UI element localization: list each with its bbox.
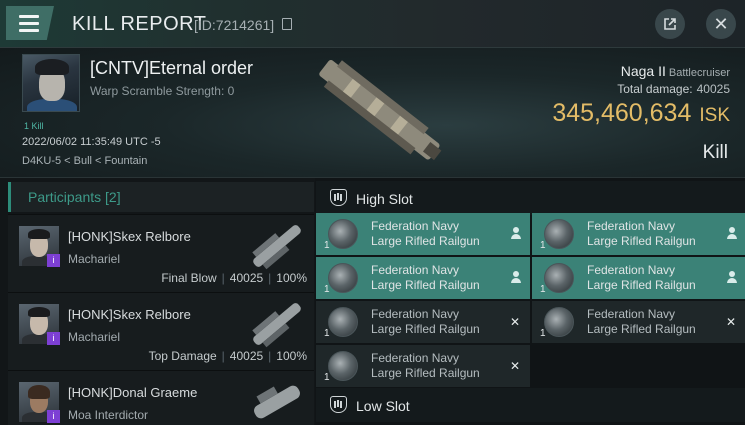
module-item[interactable]: 1 Federation Navy Large Rifled Railgun ✕ (316, 301, 530, 343)
module-quantity: 1 (324, 240, 330, 251)
participant-damage: 40025 (229, 271, 264, 285)
corp-badge-icon: i (47, 332, 60, 345)
participant-ship: Machariel (68, 252, 121, 266)
module-quantity: 1 (324, 284, 330, 295)
high-slot-icon (330, 189, 347, 206)
participant-damage: 40025 (229, 349, 264, 363)
participant-role: Final Blow (161, 271, 217, 285)
victim-ship-image (319, 60, 442, 161)
low-slot-header: Low Slot (316, 388, 745, 422)
participants-panel: Participants [2] i [HONK]Skex Relbore Ma… (0, 178, 315, 425)
participant-row[interactable]: i [HONK]Skex Relbore Machariel Top Damag… (8, 292, 314, 370)
participant-name: [HONK]Donal Graeme (68, 385, 198, 400)
railgun-icon (544, 219, 574, 249)
total-damage-label: Total damage: (617, 82, 693, 96)
total-damage: Total damage: 40025 (617, 82, 730, 96)
dropped-person-icon (511, 227, 521, 239)
isk-value: 345,460,634 ISK (552, 99, 730, 128)
dropped-person-icon (511, 271, 521, 283)
kill-datetime: 2022/06/02 11:35:49 UTC -5 (22, 136, 161, 148)
railgun-icon (328, 307, 358, 337)
corp-badge-icon: i (47, 254, 60, 267)
participant-row[interactable]: i [HONK]Donal Graeme Moa Interdictor (8, 370, 314, 425)
close-icon: ✕ (713, 13, 729, 34)
module-quantity: 1 (540, 284, 546, 295)
module-item[interactable]: 1 Federation Navy Large Rifled Railgun ✕ (316, 345, 530, 387)
participant-ship-image (254, 385, 300, 419)
module-quantity: 1 (324, 372, 330, 383)
total-damage-value: 40025 (696, 82, 730, 96)
destroyed-x-icon: ✕ (509, 359, 520, 373)
participant-row[interactable]: i [HONK]Skex Relbore Machariel Final Blo… (8, 214, 314, 292)
kill-report-header: KILL REPORT [ID:7214261] ✕ (0, 0, 745, 48)
module-quantity: 1 (540, 328, 546, 339)
victim-portrait[interactable] (22, 54, 80, 112)
dropped-person-icon (727, 227, 737, 239)
railgun-icon (328, 219, 358, 249)
participant-stats: Final Blow | 40025 | 100% (161, 271, 307, 285)
participant-ship: Machariel (68, 330, 121, 344)
low-slot-icon (330, 396, 347, 413)
participant-percent: 100% (276, 349, 307, 363)
participant-ship: Moa Interdictor (68, 408, 149, 422)
module-item[interactable]: 1 Federation Navy Large Rifled Railgun ✕ (532, 301, 745, 343)
module-item[interactable]: 1 Federation Navy Large Rifled Railgun (316, 257, 530, 299)
close-button[interactable]: ✕ (706, 9, 736, 39)
participant-ship-image (252, 303, 301, 348)
copy-icon[interactable] (282, 18, 292, 30)
kill-tag: 1 Kill (24, 121, 44, 131)
share-icon (664, 18, 676, 30)
participant-name: [HONK]Skex Relbore (68, 229, 191, 244)
railgun-icon (328, 263, 358, 293)
participant-ship-image (252, 225, 301, 270)
isk-unit: ISK (699, 105, 730, 126)
page-title: KILL REPORT (72, 13, 207, 35)
warp-scramble-strength: Warp Scramble Strength: 0 (90, 84, 235, 98)
participant-percent: 100% (276, 271, 307, 285)
participant-name: [HONK]Skex Relbore (68, 307, 191, 322)
participant-stats: Top Damage | 40025 | 100% (148, 349, 307, 363)
ship-class: Battlecruiser (668, 67, 730, 79)
module-quantity: 1 (540, 240, 546, 251)
module-item[interactable]: 1 Federation Navy Large Rifled Railgun (532, 257, 745, 299)
share-button[interactable] (655, 9, 685, 39)
participants-header[interactable]: Participants [2] (8, 182, 314, 212)
report-id: [ID:7214261] (194, 17, 275, 33)
module-item[interactable]: 1 Federation Navy Large Rifled Railgun (532, 213, 745, 255)
participant-role: Top Damage (148, 349, 217, 363)
hamburger-menu-icon[interactable] (6, 6, 54, 40)
destroyed-x-icon: ✕ (725, 315, 736, 329)
fitting-panel: High Slot 1 Federation Navy Large Rifled … (315, 178, 745, 425)
destroyed-x-icon: ✕ (509, 315, 520, 329)
railgun-icon (328, 351, 358, 381)
railgun-icon (544, 263, 574, 293)
kill-location[interactable]: D4KU-5 < Bull < Fountain (22, 155, 147, 167)
module-quantity: 1 (324, 328, 330, 339)
high-slot-header: High Slot (316, 181, 745, 215)
module-item[interactable]: 1 Federation Navy Large Rifled Railgun (316, 213, 530, 255)
victim-ship-type[interactable]: Naga II Battlecruiser (621, 63, 730, 79)
dropped-person-icon (727, 271, 737, 283)
railgun-icon (544, 307, 574, 337)
kill-result-label: Kill (702, 142, 728, 163)
corp-badge-icon: i (47, 410, 60, 423)
isk-amount: 345,460,634 (552, 99, 692, 127)
victim-name[interactable]: [CNTV]Eternal order (90, 58, 253, 79)
ship-name: Naga II (620, 63, 666, 79)
